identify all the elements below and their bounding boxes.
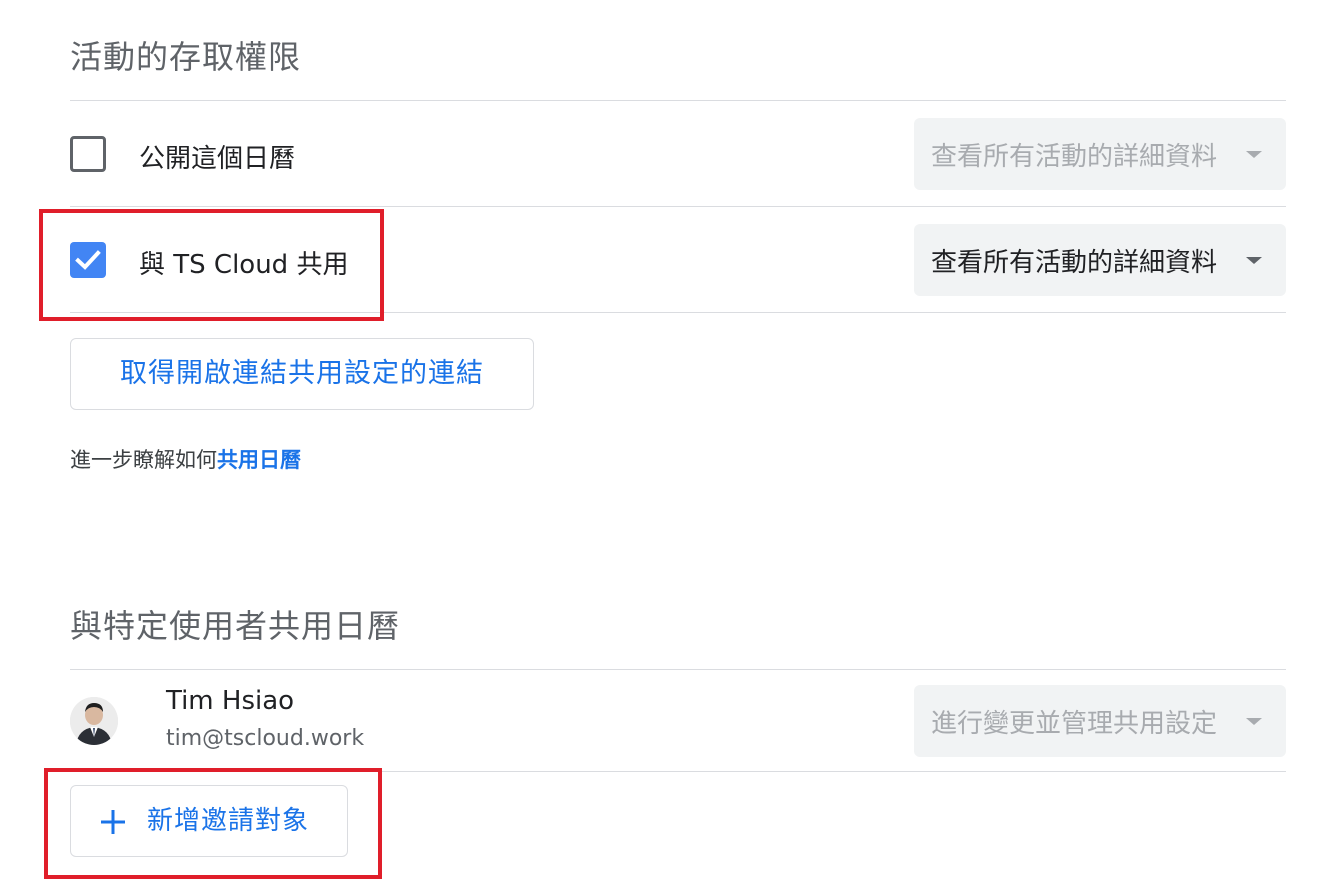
user-permission-select[interactable]: 進行變更並管理共用設定: [914, 685, 1286, 757]
dropdown-arrow-icon: [1246, 151, 1262, 158]
divider: [70, 206, 1286, 207]
dropdown-arrow-icon: [1246, 718, 1262, 725]
user-email: tim@tscloud.work: [166, 726, 365, 751]
share-with-org-permission-select[interactable]: 查看所有活動的詳細資料: [914, 224, 1286, 296]
public-calendar-checkbox[interactable]: [70, 136, 106, 172]
user-avatar-icon: [70, 697, 118, 745]
user-name: Tim Hsiao: [166, 686, 295, 716]
public-calendar-label: 公開這個日曆: [139, 144, 296, 174]
specific-people-title: 與特定使用者共用日曆: [70, 607, 401, 645]
get-sharing-link-button[interactable]: 取得開啟連結共用設定的連結: [70, 338, 534, 410]
avatar: [70, 697, 118, 745]
highlight-box: [39, 209, 384, 321]
help-text: 進一步瞭解如何共用日曆: [70, 444, 301, 474]
divider: [70, 669, 1286, 670]
share-calendar-help-link[interactable]: 共用日曆: [217, 448, 301, 472]
select-value: 查看所有活動的詳細資料: [931, 142, 1218, 172]
dropdown-arrow-icon: [1246, 257, 1262, 264]
help-text-prefix: 進一步瞭解如何: [70, 448, 217, 472]
highlight-box: [44, 768, 382, 879]
event-access-title: 活動的存取權限: [70, 38, 302, 76]
divider: [70, 100, 1286, 101]
select-value: 查看所有活動的詳細資料: [931, 248, 1218, 278]
public-calendar-permission-select[interactable]: 查看所有活動的詳細資料: [914, 118, 1286, 190]
select-value: 進行變更並管理共用設定: [931, 709, 1218, 739]
